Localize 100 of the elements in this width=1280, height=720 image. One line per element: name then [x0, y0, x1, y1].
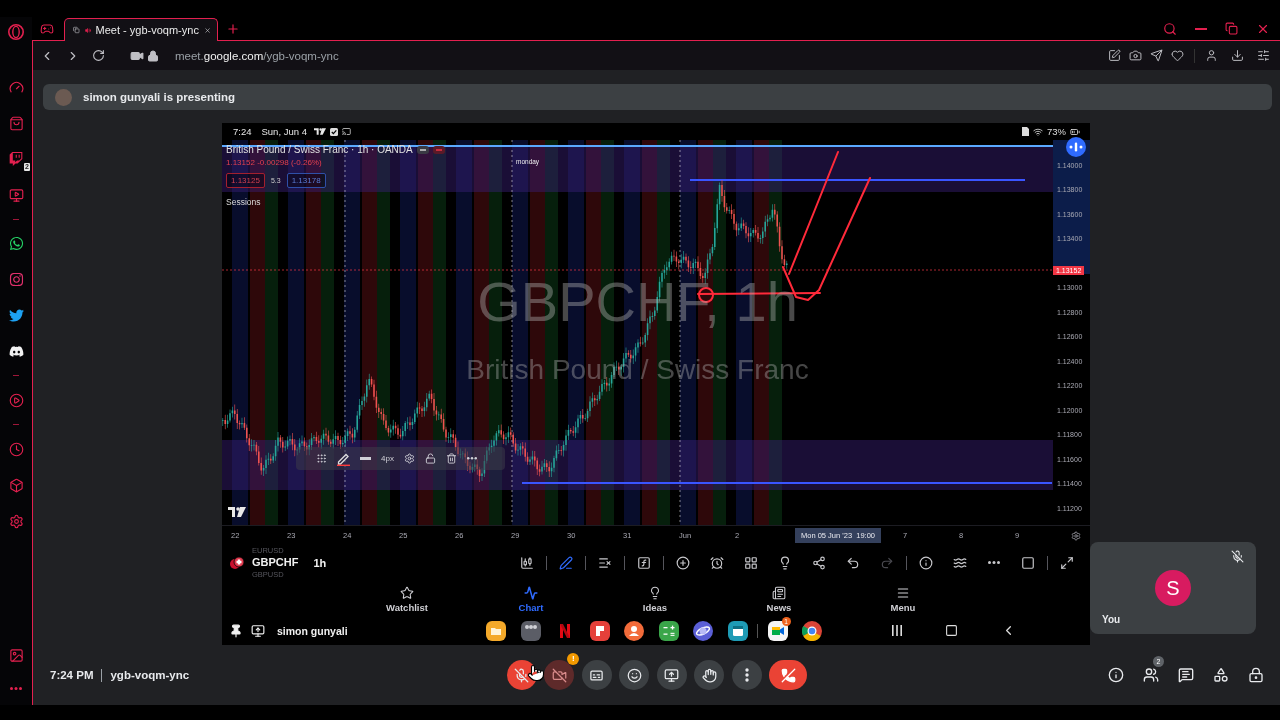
- cube-icon[interactable]: [8, 477, 24, 493]
- video-call-app-icon[interactable]: [767, 620, 788, 641]
- delete-icon[interactable]: [445, 453, 457, 464]
- search-icon[interactable]: [1163, 21, 1177, 36]
- people-icon[interactable]: [1143, 667, 1159, 683]
- expand-icon[interactable]: [1060, 555, 1074, 570]
- user-initial-avatar: S: [1155, 570, 1191, 606]
- add-circle-icon[interactable]: [676, 555, 690, 570]
- camera-off-icon: [551, 667, 567, 683]
- avatar-photo: [55, 88, 72, 106]
- reactions-button[interactable]: [619, 660, 650, 690]
- clock-icon[interactable]: [8, 441, 24, 457]
- discord-icon[interactable]: [8, 343, 24, 359]
- function-icon[interactable]: [637, 555, 651, 570]
- more-icon[interactable]: [988, 561, 1000, 564]
- candlestick-icon[interactable]: [520, 555, 534, 570]
- calculator-app-icon[interactable]: [658, 620, 679, 641]
- contacts-app-icon[interactable]: [624, 620, 644, 641]
- folder-app-icon[interactable]: [486, 620, 506, 641]
- instagram-icon[interactable]: [8, 271, 24, 287]
- camera-button[interactable]: [544, 660, 575, 690]
- restore-icon[interactable]: [1225, 22, 1238, 35]
- battery-level: 73%: [1047, 126, 1066, 137]
- download-icon[interactable]: [1231, 49, 1244, 62]
- hand-icon: [701, 667, 717, 683]
- checkbox-icon: [329, 127, 338, 136]
- monitor-play-icon[interactable]: [8, 187, 24, 203]
- speedometer-icon[interactable]: [8, 79, 24, 95]
- square-icon[interactable]: [1021, 555, 1035, 570]
- pin-icon[interactable]: [229, 623, 243, 638]
- line-width-option[interactable]: 4px: [381, 454, 394, 463]
- url-field[interactable]: meet.google.com/ygb-voqm-ync: [175, 49, 339, 62]
- present-button[interactable]: [656, 660, 687, 690]
- indicator-label[interactable]: Sessions: [226, 197, 261, 207]
- drag-handle-icon[interactable]: [316, 453, 327, 464]
- recent-apps-icon[interactable]: [892, 625, 902, 636]
- shopping-bag-icon[interactable]: [8, 115, 24, 131]
- screen-share-icon[interactable]: [251, 623, 265, 638]
- buy-price[interactable]: 1.13178: [286, 173, 326, 188]
- open-padlock-icon[interactable]: [424, 453, 436, 464]
- browser-logo-icon[interactable]: [8, 24, 24, 40]
- send-icon[interactable]: [1150, 49, 1163, 62]
- whatsapp-icon[interactable]: [8, 235, 24, 251]
- play-circle-icon[interactable]: [8, 392, 24, 408]
- image-icon[interactable]: [8, 648, 24, 663]
- more-options-button[interactable]: [731, 660, 762, 690]
- nav-tab[interactable]: Watchlist: [386, 580, 428, 613]
- settings-icon[interactable]: [1071, 530, 1081, 541]
- app-group-icon[interactable]: [520, 620, 541, 641]
- settings-icon[interactable]: [8, 513, 24, 529]
- nav-tab[interactable]: Ideas: [642, 580, 668, 613]
- profile-icon[interactable]: [1205, 49, 1218, 62]
- raise-hand-button[interactable]: [694, 660, 725, 690]
- browser-app-icon[interactable]: [802, 620, 822, 641]
- minus-icon[interactable]: [432, 145, 445, 154]
- share-icon[interactable]: [812, 555, 826, 570]
- symbol-option[interactable]: GBPCHF: [252, 555, 299, 570]
- pen-icon[interactable]: [559, 555, 573, 570]
- alarm-clock-icon[interactable]: [710, 555, 724, 570]
- waves-icon[interactable]: [953, 555, 967, 570]
- lightbulb-icon[interactable]: [778, 555, 792, 570]
- planet-app-icon[interactable]: [693, 620, 713, 641]
- currency-flags-icon: [230, 556, 244, 569]
- snapshot-icon[interactable]: [1129, 49, 1142, 62]
- menu-icon: [896, 586, 910, 600]
- sell-price[interactable]: 1.13125: [226, 173, 265, 188]
- microphone-button[interactable]: [506, 660, 537, 690]
- captions-button[interactable]: [581, 660, 612, 690]
- pen-color-icon[interactable]: [337, 451, 350, 466]
- heart-icon[interactable]: [1171, 49, 1184, 62]
- list-remove-icon[interactable]: [598, 555, 612, 570]
- info-icon[interactable]: [919, 555, 933, 570]
- minus-icon[interactable]: [416, 145, 429, 154]
- twitch-icon[interactable]: [9, 152, 23, 166]
- nav-tab[interactable]: News: [766, 580, 792, 613]
- minimize-icon[interactable]: [1195, 27, 1207, 30]
- browser-tab[interactable]: Meet - ygb-voqm-ync: [64, 18, 218, 41]
- activities-icon[interactable]: [1213, 667, 1229, 683]
- interval-selector[interactable]: 1h: [313, 556, 327, 569]
- calendar-app-icon[interactable]: [727, 620, 748, 641]
- nav-tab[interactable]: Chart: [518, 580, 544, 613]
- notes-app-icon[interactable]: [589, 620, 610, 641]
- home-icon[interactable]: [945, 624, 958, 637]
- leave-call-button[interactable]: [769, 660, 808, 690]
- chat-icon[interactable]: [1178, 667, 1194, 683]
- settings-sliders-icon[interactable]: [1257, 49, 1270, 62]
- grid-icon[interactable]: [744, 555, 758, 570]
- star-icon: [400, 586, 414, 600]
- undo-icon[interactable]: [846, 555, 860, 570]
- floating-bubble-icon[interactable]: [1066, 137, 1086, 157]
- twitter-icon[interactable]: [8, 307, 24, 323]
- cast-icon: [341, 127, 351, 136]
- more-icon[interactable]: [466, 457, 477, 460]
- gamepad-icon[interactable]: [40, 21, 54, 36]
- nav-tab[interactable]: Menu: [890, 580, 916, 613]
- edit-icon[interactable]: [1108, 49, 1121, 62]
- reload-icon[interactable]: [92, 49, 105, 62]
- host-controls-icon[interactable]: [1248, 667, 1264, 683]
- lock-icon[interactable]: [147, 49, 159, 62]
- chart-icon: [524, 586, 538, 600]
